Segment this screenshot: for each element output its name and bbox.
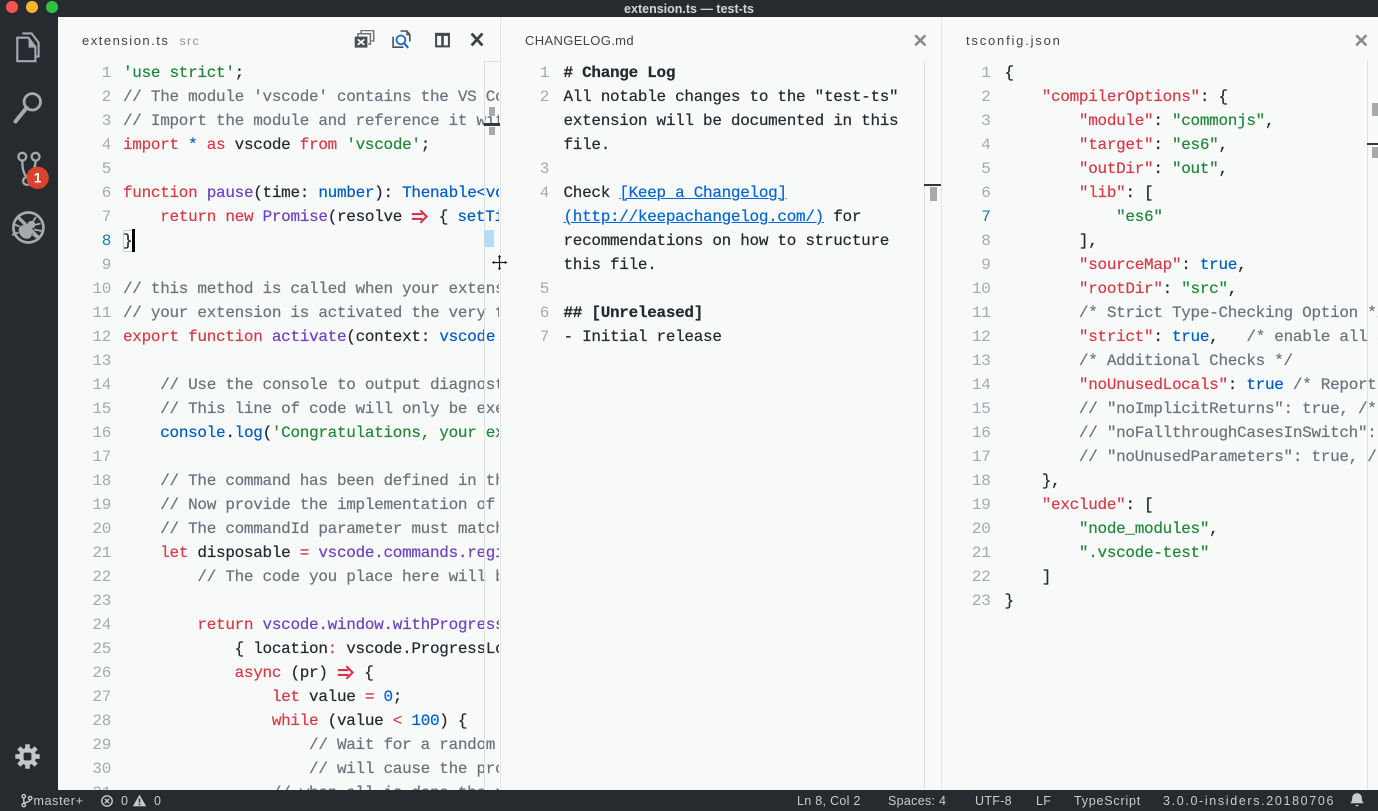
svg-text:1: 1 (34, 171, 42, 186)
